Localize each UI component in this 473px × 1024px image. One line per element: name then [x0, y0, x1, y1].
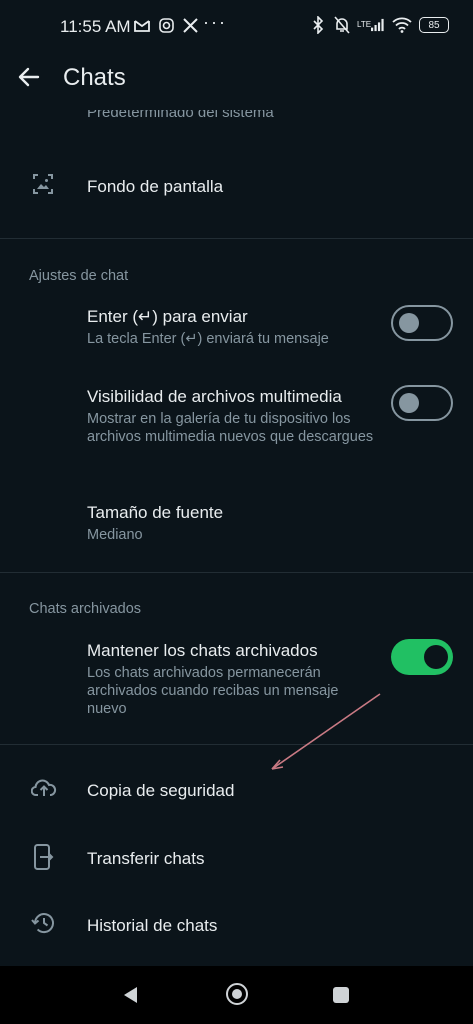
media-visibility-row[interactable]: Visibilidad de archivos multimedia Mostr…	[0, 380, 473, 468]
wallpaper-row[interactable]: Fondo de pantalla	[0, 160, 473, 218]
divider	[0, 744, 473, 745]
toggle-knob	[424, 645, 448, 669]
x-icon	[181, 15, 199, 35]
nav-recents-icon[interactable]	[333, 987, 349, 1003]
signal-icon: LTE	[357, 15, 385, 35]
enter-send-toggle[interactable]	[391, 305, 453, 341]
battery-indicator: 85	[419, 17, 449, 33]
theme-subtitle-partial: Predeterminado del sistema	[87, 104, 274, 121]
media-visibility-title: Visibilidad de archivos multimedia	[87, 387, 342, 406]
cloud-upload-icon	[30, 776, 57, 802]
backup-row[interactable]: Copia de seguridad	[0, 762, 473, 818]
font-size-title: Tamaño de fuente	[87, 503, 224, 522]
transfer-title: Transferir chats	[87, 849, 205, 868]
divider	[0, 238, 473, 239]
enter-send-title: Enter (↵) para enviar	[87, 307, 248, 326]
status-time: 11:55 AM	[60, 17, 131, 36]
wallpaper-title: Fondo de pantalla	[87, 177, 224, 196]
section-header-chat-settings: Ajustes de chat	[29, 268, 129, 284]
nav-home-icon[interactable]	[226, 983, 248, 1005]
notification-icons	[133, 15, 199, 35]
transfer-row[interactable]: Transferir chats	[0, 830, 473, 886]
history-icon	[31, 911, 57, 937]
toggle-knob	[399, 313, 419, 333]
page-title: Chats	[63, 64, 126, 91]
keep-archived-subtitle: Los chats archivados permanecerán archiv…	[87, 665, 339, 717]
keep-archived-title: Mantener los chats archivados	[87, 641, 318, 660]
wallpaper-icon	[31, 172, 57, 198]
wifi-icon	[391, 15, 413, 35]
app-bar: Chats	[0, 56, 473, 102]
system-nav-bar	[0, 966, 473, 1024]
font-size-row[interactable]: Tamaño de fuente Mediano	[0, 496, 473, 548]
more-notifications-icon: ···	[203, 12, 227, 32]
media-visibility-toggle[interactable]	[391, 385, 453, 421]
backup-title: Copia de seguridad	[87, 781, 235, 800]
system-icons: LTE 85	[309, 15, 449, 35]
enter-send-row[interactable]: Enter (↵) para enviar La tecla Enter (↵)…	[0, 300, 473, 360]
nav-back-icon[interactable]	[121, 985, 139, 1010]
keep-archived-toggle[interactable]	[391, 639, 453, 675]
phone-transfer-icon	[31, 844, 57, 870]
keep-archived-row[interactable]: Mantener los chats archivados Los chats …	[0, 634, 473, 722]
history-title: Historial de chats	[87, 916, 218, 935]
status-bar: 11:55 AM ··· LTE 85	[0, 0, 473, 56]
font-size-subtitle: Mediano	[87, 527, 143, 543]
enter-send-subtitle: La tecla Enter (↵) enviará tu mensaje	[87, 331, 329, 347]
gmail-icon	[133, 15, 151, 35]
history-row[interactable]: Historial de chats	[0, 897, 473, 953]
instagram-icon	[157, 15, 175, 35]
section-header-archived-chats: Chats archivados	[29, 601, 142, 617]
toggle-knob	[399, 393, 419, 413]
bluetooth-icon	[309, 15, 327, 35]
back-arrow-icon[interactable]	[16, 64, 42, 90]
media-visibility-subtitle: Mostrar en la galería de tu dispositivo …	[87, 411, 374, 445]
divider	[0, 572, 473, 573]
mute-bell-icon	[333, 15, 351, 35]
